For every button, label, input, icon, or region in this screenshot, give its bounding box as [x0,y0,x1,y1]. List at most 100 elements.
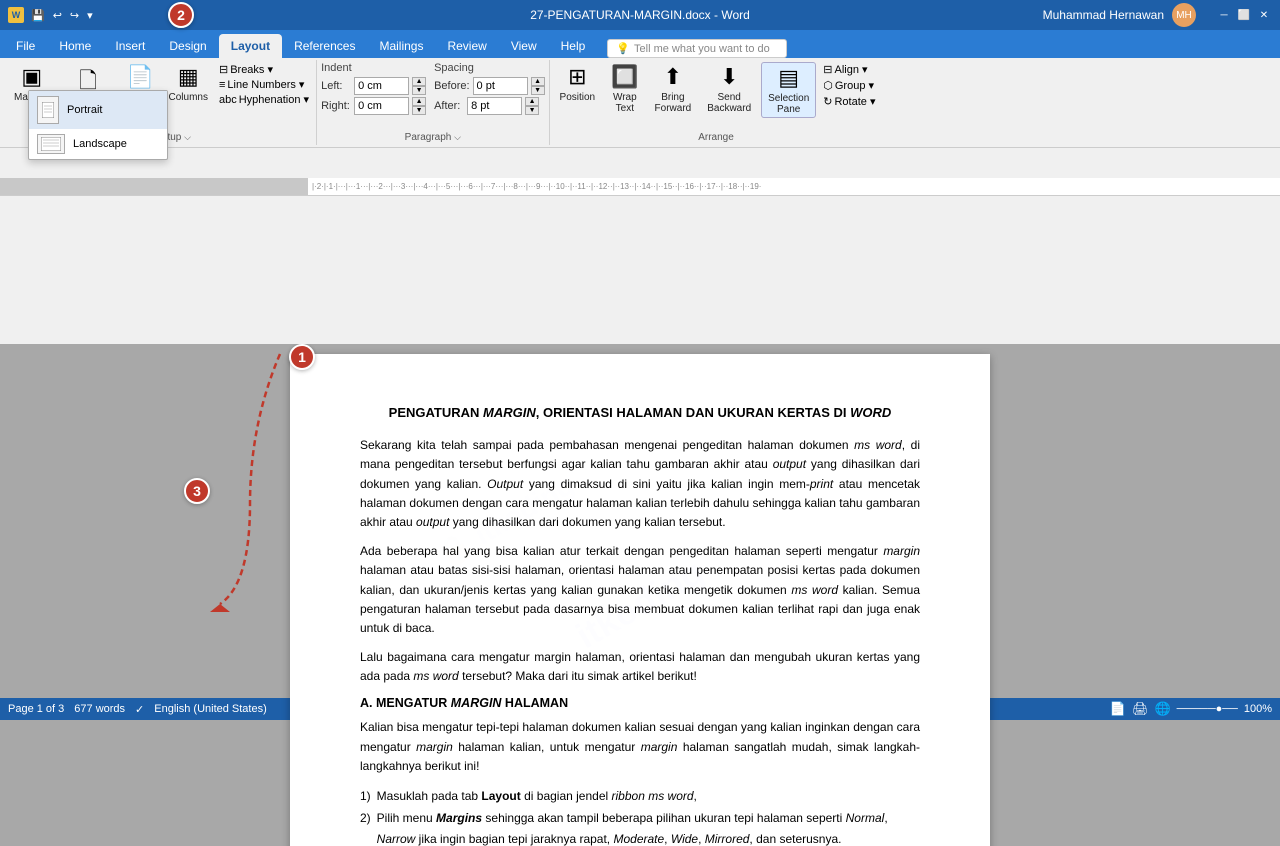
hyphenation-label: Hyphenation ▾ [239,93,309,106]
send-backward-icon: ⬇ [720,64,738,90]
portrait-option[interactable]: Portrait [29,91,167,129]
line-numbers-label: Line Numbers ▾ [227,78,304,91]
orientation-dropdown: Portrait Landscape [28,90,168,160]
doc-para-1: Sekarang kita telah sampai pada pembahas… [360,436,920,532]
indent-header: Indent [321,62,426,74]
spacing-before-value: 0 pt [477,80,495,92]
undo-qat-btn[interactable]: ↩ [50,7,65,24]
group-label: Group ▾ [835,79,874,92]
spacing-before-up[interactable]: ▲ [531,77,545,86]
tell-me-bar[interactable]: 💡 Tell me what you want to do [607,39,787,58]
document-title: 27-PENGATURAN-MARGIN.docx - Word [530,8,750,22]
spacing-after-input[interactable]: 8 pt [467,97,522,115]
page-setup-expand-icon[interactable]: ⌵ [184,132,191,142]
rotate-icon: ↻ [823,95,832,108]
group-button[interactable]: ⬡ Group ▾ [820,78,878,93]
restore-btn[interactable]: ⬜ [1236,7,1252,23]
page-count: Page 1 of 3 [8,703,64,715]
indent-right-down[interactable]: ▼ [412,106,426,115]
indent-col: Indent Left: 0 cm ▲ ▼ Rig [321,62,426,115]
zoom-slider[interactable]: ─────●── [1177,703,1238,715]
columns-icon: ▦ [178,64,199,90]
title-bar-right: Muhammad Hernawan MH ─ ⬜ ✕ [1043,3,1272,27]
group-icon: ⬡ [823,79,833,92]
breaks-icon: ⊟ [219,63,228,76]
indent-left-down[interactable]: ▼ [412,86,426,95]
rotate-button[interactable]: ↻ Rotate ▾ [820,94,878,109]
ribbon: ▣ Margins 🗋 Orientation 📄 Size [0,58,1280,148]
quick-access-toolbar: 💾 ↩ ↪ ▾ [28,7,96,24]
tab-references[interactable]: References [282,34,367,58]
badge-3: 3 [184,478,210,504]
close-btn[interactable]: ✕ [1256,7,1272,23]
spacing-before-input[interactable]: 0 pt [473,77,528,95]
tab-mailings[interactable]: Mailings [367,34,435,58]
bring-forward-button[interactable]: ⬆ BringForward [649,62,698,116]
language[interactable]: English (United States) [154,703,267,715]
spacing-before-label: Before: [434,80,469,92]
selection-pane-button[interactable]: ▤ SelectionPane [761,62,816,118]
web-layout-icon[interactable]: 🌐 [1154,701,1170,717]
indent-left-value: 0 cm [358,80,382,92]
doc-scroll[interactable]: 1 3 itkoding 🔒 itkoding PENGATURAN MARGI… [0,344,1280,720]
align-icon: ⊟ [823,63,832,76]
selection-pane-icon: ▤ [778,65,799,91]
customize-qat-btn[interactable]: ▾ [84,7,96,24]
badge-1: 1 [289,344,315,370]
wrap-text-button[interactable]: 🔲 WrapText [605,62,644,116]
minimize-btn[interactable]: ─ [1216,7,1232,23]
print-layout-icon[interactable]: 🖨 [1132,701,1149,717]
title-bar-left: W 💾 ↩ ↪ ▾ 2 [8,7,96,24]
tab-view[interactable]: View [499,34,549,58]
indent-left-up[interactable]: ▲ [412,77,426,86]
selection-pane-label: SelectionPane [768,93,809,115]
position-button[interactable]: ⊞ Position [554,62,602,105]
indent-left-spin: ▲ ▼ [412,77,426,95]
hyphenation-button[interactable]: abc Hyphenation ▾ [216,92,312,107]
line-numbers-button[interactable]: ≡ Line Numbers ▾ [216,77,312,92]
zoom-level[interactable]: 100% [1244,703,1272,715]
focus-mode-icon[interactable]: 📄 [1110,701,1126,717]
redo-qat-btn[interactable]: ↪ [67,7,82,24]
hyphenation-icon: abc [219,94,237,106]
indent-left-input[interactable]: 0 cm [354,77,409,95]
send-backward-button[interactable]: ⬇ SendBackward [701,62,757,116]
tab-help[interactable]: Help [549,34,598,58]
spacing-before-spin: ▲ ▼ [531,77,545,95]
paragraph-expand-icon[interactable]: ⌵ [454,132,461,142]
spacing-after-up[interactable]: ▲ [525,97,539,106]
indent-right-input[interactable]: 0 cm [354,97,409,115]
align-label: Align ▾ [834,63,867,76]
avatar[interactable]: MH [1172,3,1196,27]
ruler: |·2·|·1·|···|···1···|···2···|···3···|···… [0,178,1280,196]
tab-design[interactable]: Design [157,34,218,58]
tab-file[interactable]: File [4,34,47,58]
indent-right-up[interactable]: ▲ [412,97,426,106]
wrap-text-label: WrapText [613,92,637,114]
breaks-button[interactable]: ⊟ Breaks ▾ [216,62,312,77]
doc-title: PENGATURAN MARGIN, ORIENTASI HALAMAN DAN… [360,404,920,422]
tab-layout[interactable]: Layout [219,34,282,58]
breaks-label: Breaks ▾ [230,63,273,76]
indent-right-spin: ▲ ▼ [412,97,426,115]
spacing-after-down[interactable]: ▼ [525,106,539,115]
doc-para-2: Ada beberapa hal yang bisa kalian atur t… [360,542,920,638]
tab-home[interactable]: Home [47,34,103,58]
spell-check-icon[interactable]: ✓ [135,703,144,716]
tell-me-text: Tell me what you want to do [634,43,770,55]
landscape-option[interactable]: Landscape [29,129,167,159]
columns-label: Columns [169,92,208,103]
document-page: itkoding 🔒 itkoding PENGATURAN MARGIN, O… [290,354,990,720]
align-button[interactable]: ⊟ Align ▾ [820,62,878,77]
tab-insert[interactable]: Insert [103,34,157,58]
indent-right-value: 0 cm [358,100,382,112]
status-bar-right: 📄 🖨 🌐 ─────●── 100% [1110,701,1272,717]
position-icon: ⊞ [568,64,586,90]
columns-button[interactable]: ▦ Columns [163,62,214,105]
ribbon-group-paragraph: Indent Left: 0 cm ▲ ▼ Rig [317,60,549,145]
tab-review[interactable]: Review [435,34,498,58]
spacing-before-down[interactable]: ▼ [531,86,545,95]
app-window: W 💾 ↩ ↪ ▾ 2 27-PENGATURAN-MARGIN.docx - … [0,0,1280,720]
save-qat-btn[interactable]: 💾 [28,7,48,24]
arrange-col-right: ⊟ Align ▾ ⬡ Group ▾ ↻ Rotate ▾ [820,62,878,109]
